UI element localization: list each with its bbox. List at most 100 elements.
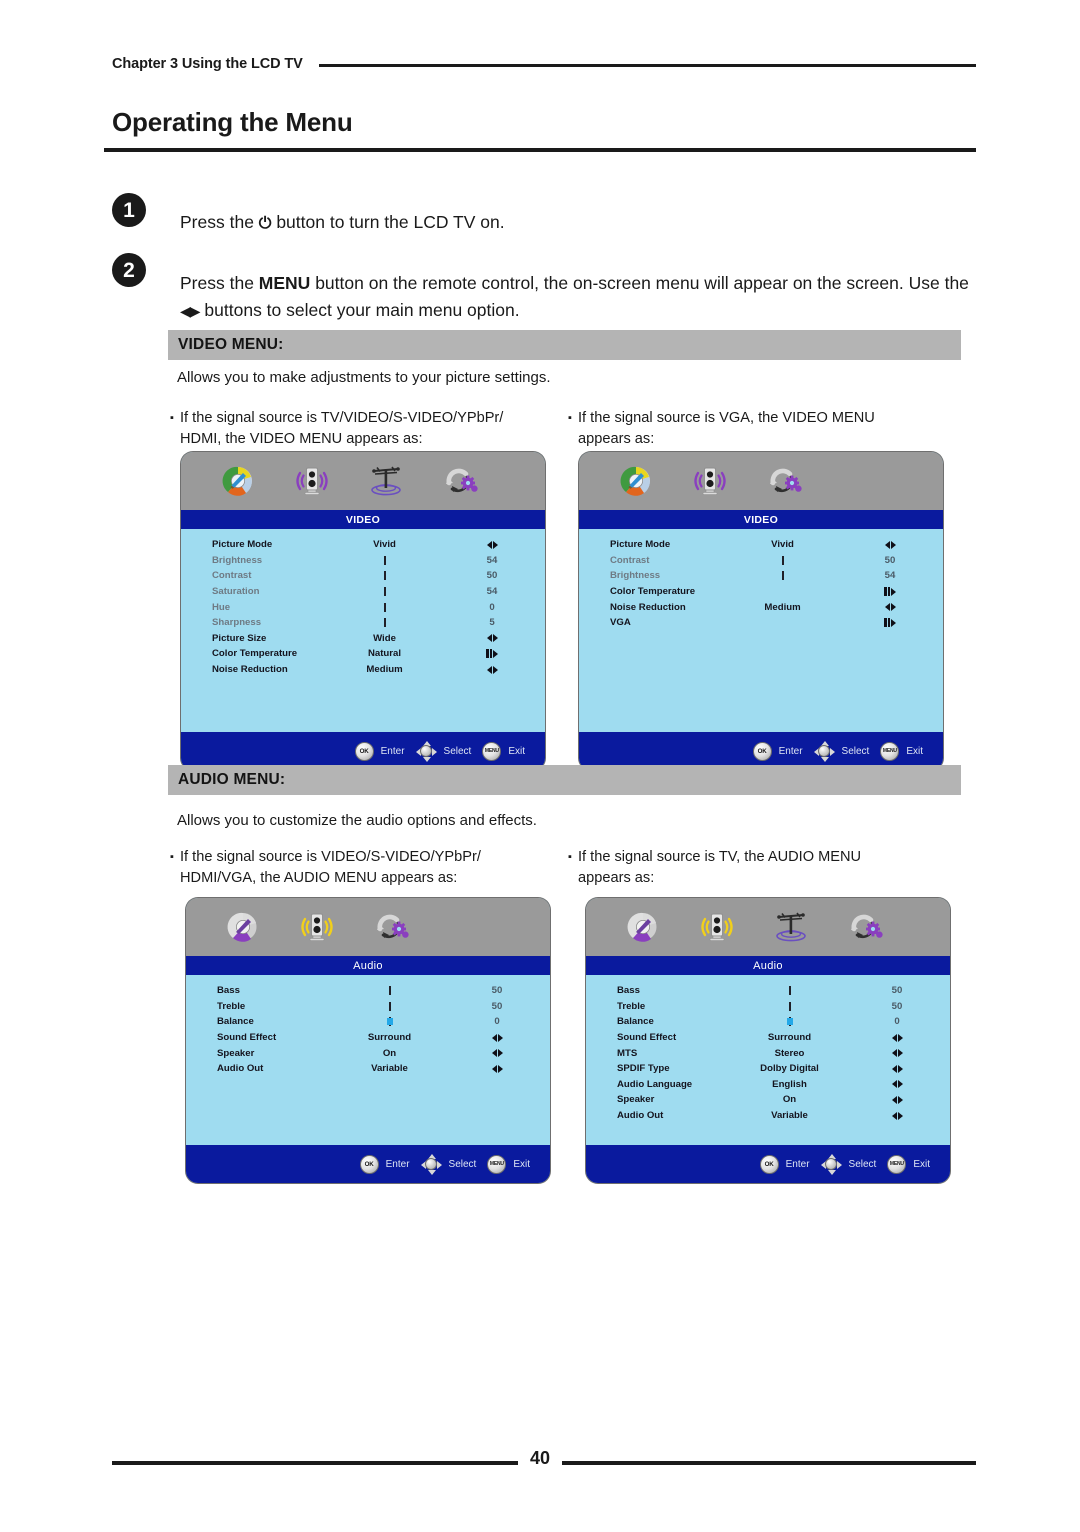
left-right-arrow-icon[interactable]	[891, 1095, 903, 1104]
setup-gear-icon[interactable]	[842, 905, 888, 949]
antenna-icon[interactable]	[768, 905, 814, 949]
menu-button[interactable]: MENU	[482, 741, 502, 761]
slider-track[interactable]	[781, 571, 784, 581]
osd-row[interactable]: Hue 0	[181, 599, 545, 615]
slider-track[interactable]	[383, 555, 386, 565]
antenna-icon[interactable]	[363, 459, 409, 503]
osd-row[interactable]: Audio Language English	[586, 1077, 950, 1093]
osd-row[interactable]: VGA	[579, 615, 943, 631]
osd-row[interactable]: Bass 50	[186, 983, 550, 999]
speaker-icon[interactable]	[687, 459, 733, 503]
osd-row[interactable]: Contrast 50	[579, 553, 943, 569]
left-right-arrow-icon[interactable]	[884, 540, 896, 549]
osd-row[interactable]: Sound Effect Surround	[186, 1030, 550, 1046]
video-wheel-icon[interactable]	[620, 905, 666, 949]
ok-button[interactable]: OK	[759, 1154, 779, 1174]
setup-gear-icon[interactable]	[368, 905, 414, 949]
osd-row[interactable]: Speaker On	[586, 1092, 950, 1108]
left-right-arrow-icon[interactable]	[891, 1111, 903, 1120]
left-right-arrow-icon[interactable]	[486, 665, 498, 674]
speaker-icon[interactable]	[294, 905, 340, 949]
slider-track[interactable]	[383, 587, 386, 597]
slider-track[interactable]	[388, 986, 391, 996]
submenu-arrow-icon[interactable]	[884, 587, 896, 597]
osd-row[interactable]: Picture Size Wide	[181, 631, 545, 647]
ok-button[interactable]: OK	[354, 741, 374, 761]
dpad-icon[interactable]	[813, 740, 835, 762]
osd-row[interactable]: Noise Reduction Medium	[579, 599, 943, 615]
osd-icon-bar	[181, 452, 545, 510]
osd-title-text: Audio	[753, 959, 783, 972]
left-right-arrow-icon[interactable]	[491, 1049, 503, 1058]
setup-gear-icon[interactable]	[437, 459, 483, 503]
row-number: 50	[491, 1000, 503, 1012]
left-right-arrow-icon[interactable]	[891, 1064, 903, 1073]
left-right-arrow-icon[interactable]	[491, 1064, 503, 1073]
speaker-icon[interactable]	[289, 459, 335, 503]
exit-label: Exit	[508, 745, 525, 757]
slider-track[interactable]	[388, 1001, 391, 1011]
osd-row[interactable]: Speaker On	[186, 1045, 550, 1061]
osd-row[interactable]: Treble 50	[586, 999, 950, 1015]
osd-title-text: VIDEO	[345, 513, 381, 526]
menu-button[interactable]: MENU	[487, 1154, 507, 1174]
osd-row[interactable]: Color Temperature Natural	[181, 646, 545, 662]
submenu-arrow-icon[interactable]	[486, 649, 498, 659]
left-right-arrow-icon[interactable]	[891, 1080, 903, 1089]
row-number: 0	[494, 1016, 500, 1028]
left-right-arrow-icon[interactable]	[891, 1033, 903, 1042]
osd-row[interactable]: Picture Mode Vivid	[579, 537, 943, 553]
osd-row[interactable]: Balance 0	[186, 1014, 550, 1030]
ok-button[interactable]: OK	[752, 741, 772, 761]
video-wheel-icon[interactable]	[220, 905, 266, 949]
left-right-arrow-icon[interactable]	[891, 1049, 903, 1058]
balance-track[interactable]	[386, 1017, 393, 1027]
osd-video-menu-tv[interactable]: VIDEO Picture Mode Vivid Brightness 54 Contra…	[181, 452, 545, 770]
osd-row[interactable]: Sharpness 5	[181, 615, 545, 631]
speaker-icon[interactable]	[694, 905, 740, 949]
video-wheel-icon[interactable]	[215, 459, 261, 503]
left-right-arrow-icon[interactable]	[884, 603, 896, 612]
slider-track[interactable]	[383, 602, 386, 612]
row-value: On	[782, 1094, 797, 1106]
osd-row[interactable]: Color Temperature	[579, 584, 943, 600]
video-wheel-icon[interactable]	[613, 459, 659, 503]
osd-audio-menu-tv[interactable]: Audio Bass 50 Treble 50 Balance 0 Sound Effect S…	[586, 898, 950, 1183]
left-right-arrow-icon[interactable]	[486, 540, 498, 549]
slider-track[interactable]	[781, 555, 784, 565]
osd-row[interactable]: Saturation 54	[181, 584, 545, 600]
osd-row[interactable]: SPDIF Type Dolby Digital	[586, 1061, 950, 1077]
osd-row[interactable]: Noise Reduction Medium	[181, 662, 545, 678]
row-label: Audio Out	[217, 1063, 264, 1075]
osd-row[interactable]: Brightness 54	[181, 553, 545, 569]
osd-row[interactable]: Brightness 54	[579, 568, 943, 584]
slider-track[interactable]	[788, 1001, 791, 1011]
osd-row[interactable]: Audio Out Variable	[586, 1108, 950, 1124]
osd-audio-menu-generic[interactable]: Audio Bass 50 Treble 50 Balance 0 Sound Effect S…	[186, 898, 550, 1183]
osd-row[interactable]: Picture Mode Vivid	[181, 537, 545, 553]
submenu-arrow-icon[interactable]	[884, 618, 896, 628]
osd-row[interactable]: Bass 50	[586, 983, 950, 999]
osd-row[interactable]: Contrast 50	[181, 568, 545, 584]
dpad-icon[interactable]	[820, 1153, 842, 1175]
osd-row[interactable]: Balance 0	[586, 1014, 950, 1030]
slider-track[interactable]	[788, 986, 791, 996]
left-right-arrow-icon[interactable]	[486, 634, 498, 643]
dpad-icon[interactable]	[420, 1153, 442, 1175]
osd-video-menu-vga[interactable]: VIDEO Picture Mode Vivid Contrast 50 Brightne…	[579, 452, 943, 770]
osd-row[interactable]: MTS Stereo	[586, 1045, 950, 1061]
exit-label: Exit	[906, 745, 923, 757]
menu-button[interactable]: MENU	[880, 741, 900, 761]
row-label: Balance	[217, 1016, 254, 1028]
osd-row[interactable]: Treble 50	[186, 999, 550, 1015]
slider-track[interactable]	[383, 571, 386, 581]
dpad-icon[interactable]	[415, 740, 437, 762]
ok-button[interactable]: OK	[359, 1154, 379, 1174]
slider-track[interactable]	[383, 618, 386, 628]
menu-button[interactable]: MENU	[887, 1154, 907, 1174]
osd-row[interactable]: Audio Out Variable	[186, 1061, 550, 1077]
osd-row[interactable]: Sound Effect Surround	[586, 1030, 950, 1046]
balance-track[interactable]	[786, 1017, 793, 1027]
setup-gear-icon[interactable]	[761, 459, 807, 503]
left-right-arrow-icon[interactable]	[491, 1033, 503, 1042]
